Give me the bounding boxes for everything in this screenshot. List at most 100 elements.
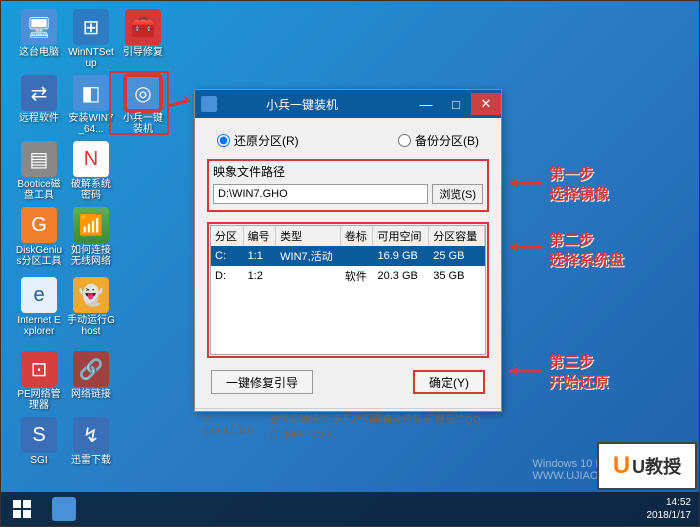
icon-label: 远程软件 [15, 113, 63, 124]
browse-button[interactable]: 浏览(S) [432, 184, 483, 204]
desktop-icon[interactable]: N破解系统密码 [67, 141, 115, 201]
backup-radio-input[interactable] [398, 134, 411, 147]
column-header[interactable]: 编号 [243, 226, 276, 246]
desktop-icon[interactable]: ▤Bootice磁盘工具 [15, 141, 63, 201]
table-cell: 35 GB [429, 266, 485, 286]
table-row[interactable]: D:1:2 软件20.3 GB35 GB [211, 266, 485, 286]
column-header[interactable]: 可用空间 [373, 226, 429, 246]
icon-glyph: 🧰 [125, 9, 161, 45]
annotation-step3: 第三步 开始还原 [549, 353, 609, 392]
maximize-button[interactable]: □ [441, 93, 471, 115]
start-button[interactable] [1, 492, 43, 526]
backup-radio[interactable]: 备份分区(B) [398, 132, 479, 149]
table-cell: 20.3 GB [373, 266, 429, 286]
icon-label: WinNTSetup [67, 47, 115, 69]
clock-time: 14:52 [647, 496, 692, 509]
icon-glyph: S [21, 417, 57, 453]
table-cell: 25 GB [429, 246, 485, 266]
brand-logo: UU教授 [597, 442, 697, 490]
desktop-icon[interactable]: GDiskGenius分区工具 [15, 207, 63, 267]
icon-glyph: N [73, 141, 109, 177]
table-cell: 1:2 [243, 266, 276, 286]
version-tip: 支持多种镜像,多系统引导自动修复 问题反馈QQ群:606616468 [269, 411, 493, 441]
window-title: 小兵一键装机 [223, 96, 411, 113]
icon-glyph: ⊡ [21, 351, 57, 387]
icon-glyph: 🖥 [21, 9, 57, 45]
app-icon [201, 96, 217, 112]
icon-label: 手动运行Ghost [67, 315, 115, 337]
icon-glyph: ⇄ [21, 75, 57, 111]
partition-table[interactable]: 分区编号类型卷标可用空间分区容量 C:1:1WIN7,活动 16.9 GB25 G… [211, 226, 485, 286]
restore-radio[interactable]: 还原分区(R) [217, 132, 299, 149]
desktop-icon[interactable]: ⇄ 远程软件 [15, 75, 63, 124]
icon-glyph: G [21, 207, 57, 243]
table-cell: 软件 [340, 266, 373, 286]
desktop-icon[interactable]: eInternet Explorer [15, 277, 63, 337]
icon-label: 如何连接无线网络 [67, 245, 115, 267]
ok-button[interactable]: 确定(Y) [413, 370, 485, 394]
icon-label: SGI [15, 455, 63, 466]
table-cell: D: [211, 266, 243, 286]
desktop-icon[interactable]: 🧰 引导修复 [119, 9, 167, 58]
desktop-icon[interactable]: S SGI [15, 417, 63, 466]
arrow-step3 [504, 365, 544, 377]
icon-label: Internet Explorer [15, 315, 63, 337]
icon-label: PE网络管理器 [15, 389, 63, 411]
table-cell [276, 266, 341, 286]
desktop-icon[interactable]: 👻手动运行Ghost [67, 277, 115, 337]
system-tray[interactable]: 14:52 2018/1/17 [647, 496, 700, 522]
table-cell [340, 246, 373, 266]
image-path-section: 映象文件路径 浏览(S) [207, 159, 489, 212]
table-cell: C: [211, 246, 243, 266]
icon-glyph: 👻 [73, 277, 109, 313]
partition-table-section: 分区编号类型卷标可用空间分区容量 C:1:1WIN7,活动 16.9 GB25 G… [207, 222, 489, 358]
backup-radio-label: 备份分区(B) [415, 132, 479, 149]
annotation-step1: 第一步 选择镜像 [549, 165, 609, 204]
table-row[interactable]: C:1:1WIN7,活动 16.9 GB25 GB [211, 246, 485, 266]
icon-glyph: ⊞ [73, 9, 109, 45]
column-header[interactable]: 分区容量 [429, 226, 485, 246]
restore-radio-label: 还原分区(R) [234, 132, 299, 149]
icon-label: Bootice磁盘工具 [15, 179, 63, 201]
restore-radio-input[interactable] [217, 134, 230, 147]
image-path-input[interactable] [213, 184, 428, 204]
icon-label: 这台电脑 [15, 47, 63, 58]
column-header[interactable]: 分区 [211, 226, 243, 246]
version-text: V：oem4.0.0.0 [203, 411, 257, 441]
version-bar: V：oem4.0.0.0 支持多种镜像,多系统引导自动修复 问题反馈QQ群:60… [195, 408, 501, 443]
icon-label: 引导修复 [119, 47, 167, 58]
titlebar[interactable]: 小兵一键装机 — □ ✕ [195, 90, 501, 118]
arrow-step1 [504, 177, 544, 189]
table-cell: 1:1 [243, 246, 276, 266]
desktop-icon[interactable]: 📶如何连接无线网络 [67, 207, 115, 267]
desktop-icon[interactable]: ⊞WinNTSetup [67, 9, 115, 69]
desktop-icon[interactable]: ↯迅雷下载 [67, 417, 115, 466]
clock-date: 2018/1/17 [647, 509, 692, 522]
minimize-button[interactable]: — [411, 93, 441, 115]
arrow-step2 [504, 241, 544, 253]
icon-glyph: ◧ [73, 75, 109, 111]
icon-label: 安装WIN7_64... [67, 113, 115, 135]
annotation-step2: 第二步 选择系统盘 [549, 231, 624, 270]
column-header[interactable]: 类型 [276, 226, 341, 246]
desktop-icon[interactable]: 🔗 网络链接 [67, 351, 115, 400]
icon-label: 破解系统密码 [67, 179, 115, 201]
icon-glyph: 📶 [73, 207, 109, 243]
close-button[interactable]: ✕ [471, 93, 501, 115]
repair-boot-button[interactable]: 一键修复引导 [211, 370, 313, 394]
installer-dialog: 小兵一键装机 — □ ✕ 还原分区(R) 备份分区(B) 映象文件路径 浏览(S… [194, 89, 502, 412]
icon-label: 网络链接 [67, 389, 115, 400]
desktop-icon[interactable]: ◧安装WIN7_64... [67, 75, 115, 135]
table-cell: 16.9 GB [373, 246, 429, 266]
icon-glyph: ▤ [21, 141, 57, 177]
desktop-icon[interactable]: 🖥 这台电脑 [15, 9, 63, 58]
desktop-icon[interactable]: ⊡PE网络管理器 [15, 351, 63, 411]
table-cell: WIN7,活动 [276, 246, 341, 266]
icon-label: DiskGenius分区工具 [15, 245, 63, 267]
arrow-to-dialog [166, 96, 196, 116]
taskbar-app-icon[interactable] [44, 494, 84, 524]
icon-glyph: 🔗 [73, 351, 109, 387]
icon-glyph: ↯ [73, 417, 109, 453]
desktop-icon-highlight [109, 71, 169, 135]
column-header[interactable]: 卷标 [340, 226, 373, 246]
